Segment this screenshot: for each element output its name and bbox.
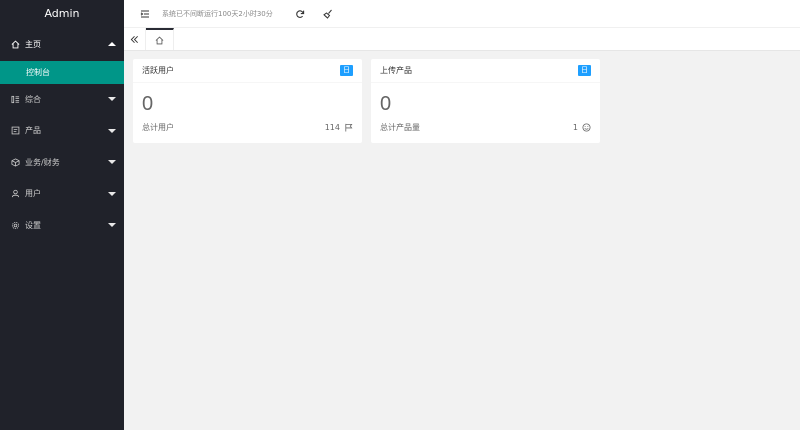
card-footer: 总计用户 114 [133,122,362,133]
stat-card-uploaded-products: 上传产品 日 0 总计产品量 1 [371,59,600,143]
sidebar-item-label: 综合 [25,94,41,104]
user-icon [10,189,20,199]
card-title: 上传产品 [380,66,412,75]
gear-icon [10,220,20,230]
home-icon [10,40,20,50]
sidebar-subitem-console[interactable]: 控制台 [0,60,124,84]
chevron-down-icon [108,97,116,102]
top-header: 系统已不间断运行100天2小时30分 [124,0,800,28]
period-badge: 日 [340,65,353,76]
card-value: 0 [142,93,154,115]
double-chevron-left-icon [130,35,138,43]
sidebar-item-label: 设置 [25,220,41,230]
sidebar-item-settings[interactable]: 设置 [0,210,124,242]
chevron-down-icon [108,128,116,133]
finance-icon [10,157,20,167]
chevron-down-icon [108,191,116,196]
menu-icon [140,10,149,17]
tabs-bar [124,28,800,51]
sidebar-item-label: 产品 [25,126,41,136]
sidebar-item-users[interactable]: 用户 [0,178,124,210]
clear-cache-button[interactable] [322,9,333,19]
sidebar-item-label: 业务/财务 [25,157,60,167]
tabs-scroll-left-button[interactable] [124,28,146,50]
logo: Admin [44,7,80,20]
card-foot-right: 1 [573,123,591,132]
home-icon [155,36,164,44]
sidebar-item-home[interactable]: 主页 [0,29,124,61]
sidebar-item-label: 用户 [25,189,41,199]
card-foot-right: 114 [325,123,353,132]
chevron-down-icon [108,160,116,165]
card-foot-value: 114 [324,123,340,132]
sidebar-item-label: 主页 [25,40,41,50]
card-header: 活跃用户 日 [133,59,362,83]
product-icon [10,126,20,136]
chevron-down-icon [108,223,116,228]
card-footer: 总计产品量 1 [371,122,600,133]
broom-icon [322,9,332,19]
card-title: 活跃用户 [142,66,174,75]
refresh-button[interactable] [295,9,305,19]
smile-icon [582,123,591,132]
card-foot-label: 总计用户 [142,123,174,132]
card-value: 0 [380,93,392,115]
menu-toggle-button[interactable] [140,9,150,19]
sidebar: Admin 主页 控制台 综合 产品 业务/财务 用户 设置 [0,0,124,430]
grid-icon [10,94,20,104]
tab-home[interactable] [146,28,174,50]
flag-icon [345,123,353,132]
period-badge: 日 [578,65,591,76]
card-foot-value: 1 [572,123,578,132]
refresh-icon [295,9,304,18]
sidebar-item-general[interactable]: 综合 [0,84,124,116]
uptime-status: 系统已不间断运行100天2小时30分 [162,9,273,18]
chevron-up-icon [108,41,116,46]
sidebar-item-finance[interactable]: 业务/财务 [0,147,124,179]
card-header: 上传产品 日 [371,59,600,83]
stat-card-active-users: 活跃用户 日 0 总计用户 114 [133,59,362,143]
card-foot-label: 总计产品量 [380,123,420,132]
sidebar-item-product[interactable]: 产品 [0,115,124,147]
